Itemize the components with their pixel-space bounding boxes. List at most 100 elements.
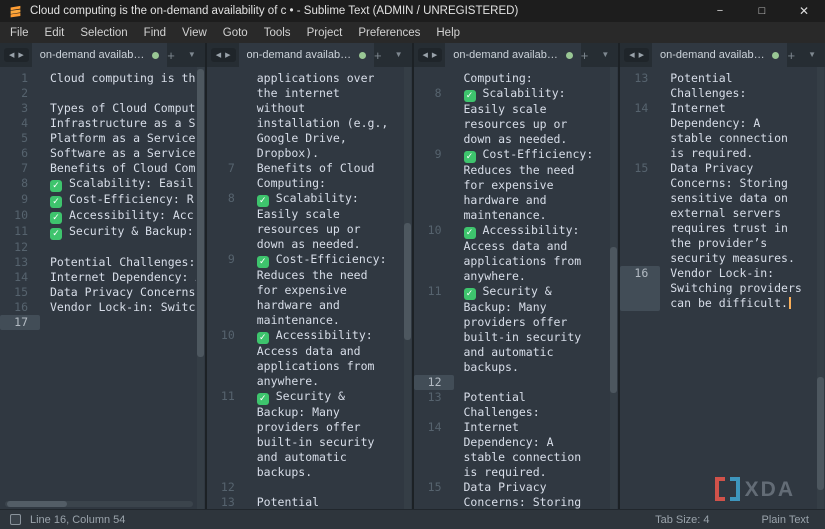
vertical-scrollbar-thumb[interactable] — [817, 377, 824, 490]
code-text[interactable]: Data Privacy Concerns: Storing sensitive… — [670, 161, 806, 266]
code-text[interactable]: Internet Dependency: A stable connection… — [670, 101, 806, 161]
tab-overflow-button[interactable]: ▼ — [601, 51, 609, 59]
menu-item-selection[interactable]: Selection — [72, 22, 135, 43]
code-text[interactable] — [50, 240, 196, 255]
new-tab-button[interactable]: + — [167, 49, 175, 62]
code-text[interactable] — [257, 480, 393, 495]
code-text[interactable]: Software as a Service — [50, 146, 196, 161]
line-number: 12 — [207, 480, 247, 495]
code-line: 10✓Accessibility: Acc — [0, 208, 205, 224]
code-text[interactable]: ✓Scalability: Easily scale resources up … — [464, 86, 600, 147]
tab-next-icon[interactable]: ▶ — [18, 51, 23, 59]
editor-group: ◀▶ on-demand availability of c +▼ 1Cloud… — [0, 43, 825, 509]
tab-next-icon[interactable]: ▶ — [432, 51, 437, 59]
code-text[interactable] — [464, 375, 600, 390]
new-tab-button[interactable]: + — [581, 49, 589, 62]
tab-next-icon[interactable]: ▶ — [225, 51, 230, 59]
file-tab[interactable]: on-demand availability of c — [445, 43, 580, 67]
status-syntax[interactable]: Plain Text — [762, 514, 810, 526]
menu-item-preferences[interactable]: Preferences — [350, 22, 428, 43]
code-text[interactable]: Internet Dependency: A — [50, 270, 196, 285]
menu-item-edit[interactable]: Edit — [37, 22, 73, 43]
line-number: 7 — [207, 161, 247, 191]
code-text[interactable]: ✓Security & Backup: Many providers offer… — [464, 284, 600, 375]
line-number: 14 — [620, 101, 660, 161]
code-line: 13Potential Challenges: — [414, 390, 619, 420]
vertical-scrollbar-thumb[interactable] — [610, 247, 617, 393]
menu-bar: File Edit Selection Find View Goto Tools… — [0, 22, 825, 43]
code-text[interactable]: Vendor Lock-in: Switch — [50, 300, 196, 315]
file-tab[interactable]: on-demand availability of c — [239, 43, 374, 67]
tab-overflow-button[interactable]: ▼ — [188, 51, 196, 59]
code-text[interactable]: Potential Challenges: — [257, 495, 393, 509]
code-text[interactable]: ✓Security & Backup: — [50, 224, 196, 240]
minimize-button[interactable]: − — [699, 0, 741, 22]
line-number: 9 — [0, 192, 40, 208]
code-text[interactable]: ✓Security & Backup: Many providers offer… — [257, 389, 393, 480]
code-text[interactable]: applications over the internet without i… — [257, 71, 393, 161]
code-text[interactable]: Data Privacy Concerns — [50, 285, 196, 300]
horizontal-scrollbar-thumb[interactable] — [7, 501, 67, 507]
menu-item-goto[interactable]: Goto — [215, 22, 256, 43]
code-text[interactable]: ✓Cost-Efficiency: R — [50, 192, 196, 208]
status-square-icon[interactable] — [10, 514, 21, 525]
tab-nav-arrows: ◀▶ — [624, 48, 649, 62]
text-editor[interactable]: 13Potential Challenges:14Internet Depend… — [620, 67, 825, 509]
code-text[interactable]: Data Privacy Concerns: Storing sensitive… — [464, 480, 600, 509]
check-mark-icon: ✓ — [257, 256, 269, 268]
code-text[interactable]: Types of Cloud Computi — [50, 101, 196, 116]
tab-prev-icon[interactable]: ◀ — [629, 51, 634, 59]
code-text[interactable]: ✓Cost-Efficiency: Reduces the need for e… — [257, 252, 393, 328]
code-text[interactable]: Potential Challenges: — [464, 390, 600, 420]
code-text[interactable]: ✓Accessibility: Acc — [50, 208, 196, 224]
menu-item-project[interactable]: Project — [299, 22, 351, 43]
file-tab[interactable]: on-demand availability of c — [32, 43, 167, 67]
code-text[interactable]: Benefits of Cloud Comp — [50, 161, 196, 176]
tab-prev-icon[interactable]: ◀ — [216, 51, 221, 59]
menu-item-help[interactable]: Help — [428, 22, 468, 43]
code-text[interactable]: ✓Accessibility: Access data and applicat… — [257, 328, 393, 389]
close-button[interactable]: ✕ — [783, 0, 825, 22]
code-text[interactable]: ✓Scalability: Easil — [50, 176, 196, 192]
menu-item-find[interactable]: Find — [136, 22, 174, 43]
code-text[interactable]: Cloud computing is the — [50, 71, 196, 86]
tab-prev-icon[interactable]: ◀ — [423, 51, 428, 59]
code-text[interactable]: Potential Challenges: — [50, 255, 196, 270]
code-text[interactable]: Potential Challenges: — [670, 71, 806, 101]
text-editor[interactable]: 1Cloud computing is the23Types of Cloud … — [0, 67, 205, 509]
line-number — [414, 71, 454, 86]
menu-item-view[interactable]: View — [174, 22, 215, 43]
editor-pane-4: ◀▶ on-demand availability of c +▼ 13Pote… — [620, 43, 825, 509]
menu-item-tools[interactable]: Tools — [256, 22, 299, 43]
vertical-scrollbar-thumb[interactable] — [404, 223, 411, 340]
code-text[interactable] — [50, 315, 196, 330]
line-number: 15 — [0, 285, 40, 300]
code-text[interactable]: Vendor Lock-in: Switching providers can … — [670, 266, 806, 311]
text-editor[interactable]: Computing:8✓Scalability: Easily scale re… — [414, 67, 619, 509]
code-text[interactable]: Infrastructure as a Se — [50, 116, 196, 131]
code-text[interactable]: Internet Dependency: A stable connection… — [464, 420, 600, 480]
text-editor[interactable]: applications over the internet without i… — [207, 67, 412, 509]
vertical-scrollbar-thumb[interactable] — [197, 69, 204, 357]
code-text[interactable]: Platform as a Service — [50, 131, 196, 146]
code-line: 3Types of Cloud Computi — [0, 101, 205, 116]
tab-nav-arrows: ◀▶ — [418, 48, 443, 62]
status-tab-size[interactable]: Tab Size: 4 — [655, 514, 709, 526]
code-text[interactable] — [50, 86, 196, 101]
tab-prev-icon[interactable]: ◀ — [9, 51, 14, 59]
code-line: 15 Data Privacy Concerns — [0, 285, 205, 300]
tab-overflow-button[interactable]: ▼ — [395, 51, 403, 59]
code-text[interactable]: ✓Scalability: Easily scale resources up … — [257, 191, 393, 252]
tab-next-icon[interactable]: ▶ — [639, 51, 644, 59]
new-tab-button[interactable]: + — [787, 49, 795, 62]
menu-item-file[interactable]: File — [2, 22, 37, 43]
code-text[interactable]: ✓Cost-Efficiency: Reduces the need for e… — [464, 147, 600, 223]
code-text[interactable]: Benefits of Cloud Computing: — [257, 161, 393, 191]
file-tab[interactable]: on-demand availability of c — [652, 43, 787, 67]
new-tab-button[interactable]: + — [374, 49, 382, 62]
code-text[interactable]: ✓Accessibility: Access data and applicat… — [464, 223, 600, 284]
tab-overflow-button[interactable]: ▼ — [808, 51, 816, 59]
code-text[interactable]: Computing: — [464, 71, 600, 86]
editor-pane-1: ◀ ▶ on-demand availability of c + ▼ 1Cloud… — [0, 43, 207, 509]
maximize-button[interactable]: □ — [741, 0, 783, 22]
